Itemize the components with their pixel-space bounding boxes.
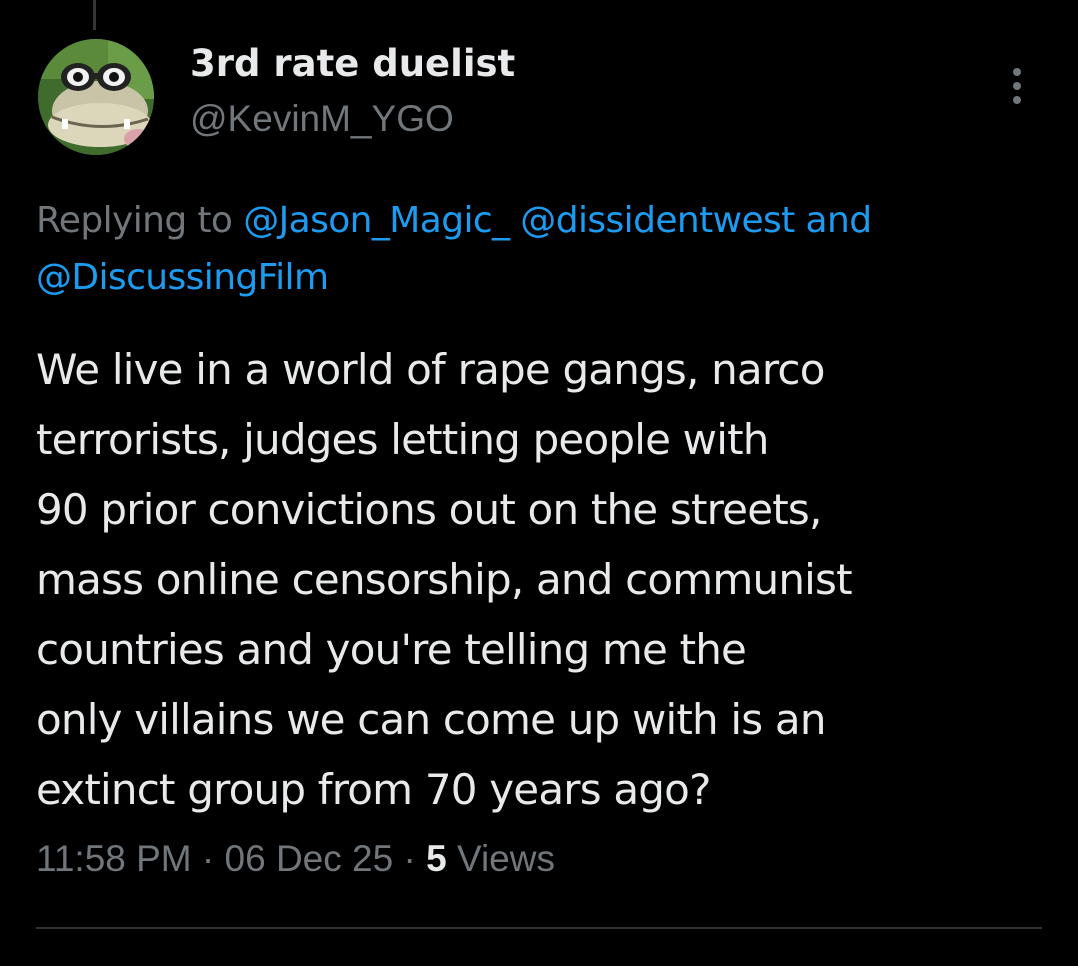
avatar[interactable] (38, 39, 154, 155)
divider (36, 927, 1042, 929)
tweet-text-line: mass online censorship, and communist (36, 555, 853, 604)
tweet-meta: 11:58 PM · 06 Dec 25 · 5 Views (36, 838, 555, 880)
mention-link[interactable]: @DiscussingFilm (36, 257, 329, 298)
mention-link[interactable]: @Jason_Magic_ (243, 200, 510, 241)
mention-and-link[interactable]: and (806, 200, 873, 241)
meta-separator: · (201, 838, 215, 879)
views-count[interactable]: 5 (426, 838, 447, 879)
more-options-icon[interactable] (1000, 64, 1036, 108)
tweet-text-line: We live in a world of rape gangs, narco (36, 345, 825, 394)
replying-to: Replying to @Jason_Magic_ @dissidentwest… (36, 192, 1046, 306)
tweet-text-line: 90 prior convictions out on the streets, (36, 485, 822, 534)
display-name[interactable]: 3rd rate duelist (190, 42, 515, 85)
tweet-text-line: terrorists, judges letting people with (36, 415, 769, 464)
views-label[interactable]: Views (457, 838, 555, 879)
mention-link[interactable]: @dissidentwest (520, 200, 795, 241)
tweet-date[interactable]: 06 Dec 25 (225, 838, 394, 879)
replying-to-label: Replying to (36, 200, 233, 241)
thread-connector-line (93, 0, 96, 30)
meta-separator: · (403, 838, 416, 879)
tweet-text-line: countries and you're telling me the (36, 625, 747, 674)
tweet-text-line: extinct group from 70 years ago? (36, 765, 711, 814)
tweet-text: We live in a world of rape gangs, narco … (36, 335, 1046, 825)
tweet-time[interactable]: 11:58 PM (36, 838, 192, 879)
avatar-image (38, 39, 154, 155)
tweet-text-line: only villains we can come up with is an (36, 695, 826, 744)
user-handle[interactable]: @KevinM_YGO (190, 98, 454, 140)
